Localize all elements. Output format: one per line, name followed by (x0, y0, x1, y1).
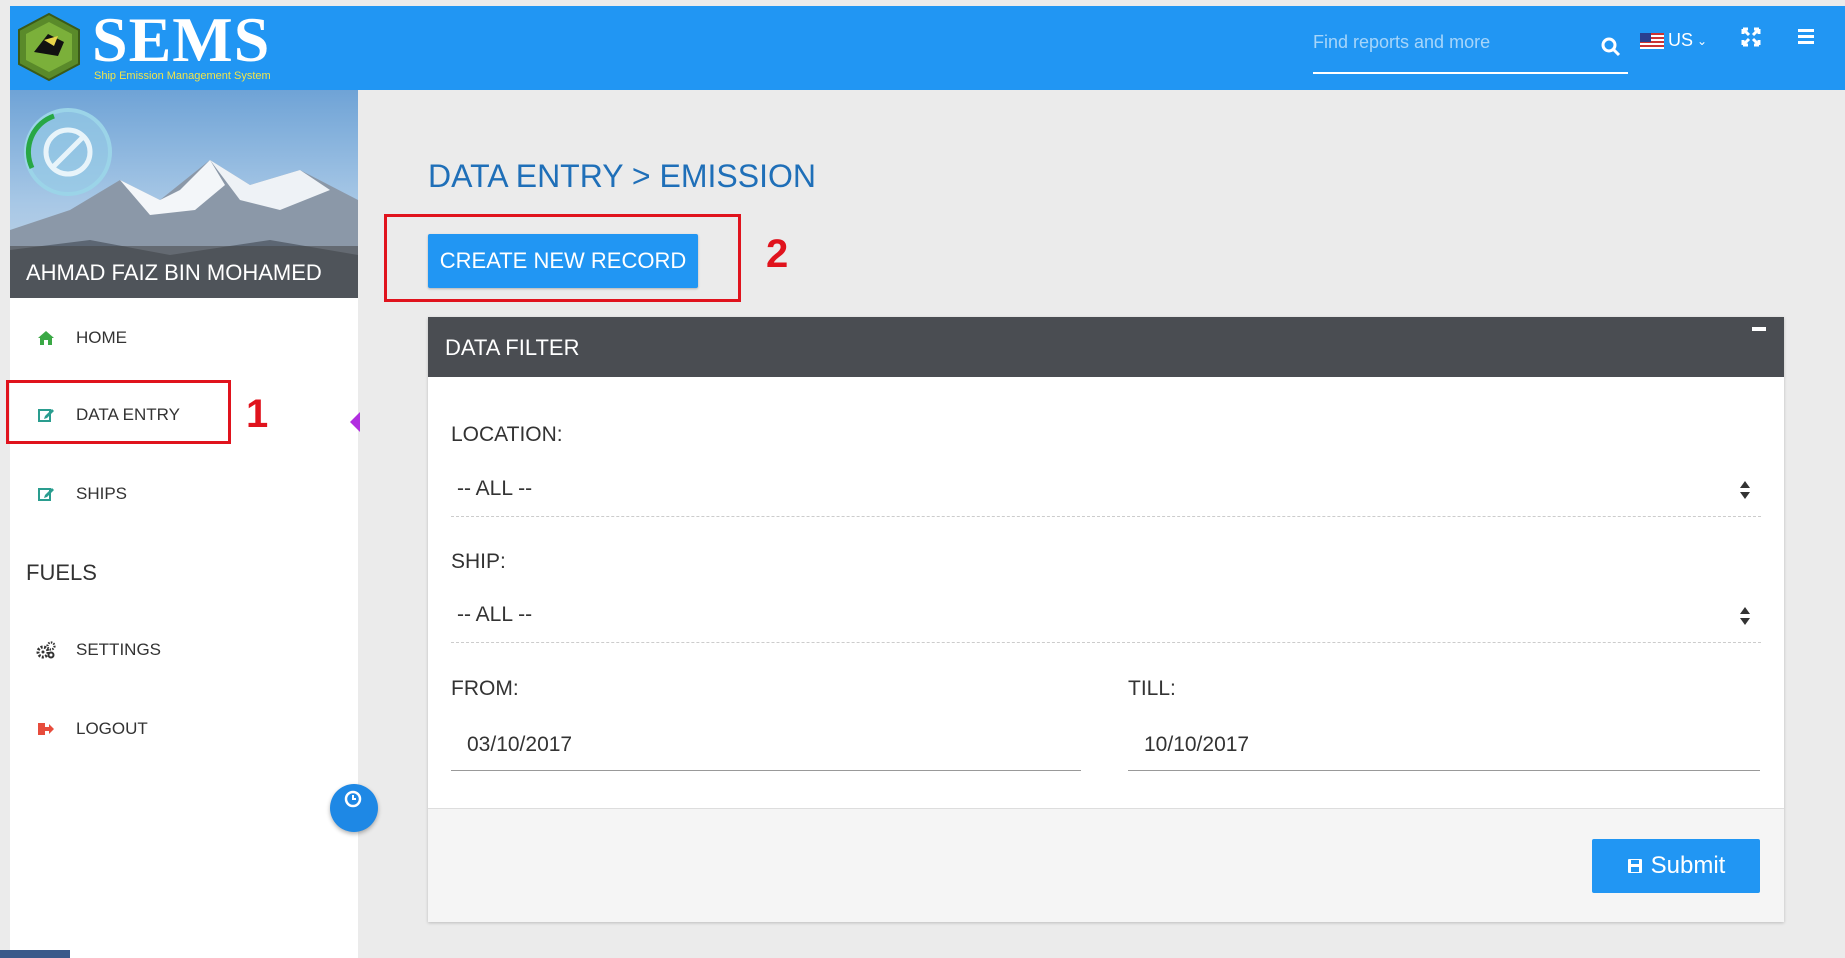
annotation-box-2 (384, 214, 741, 302)
sidebar: AHMAD FAIZ BIN MOHAMED HOME DATA ENTRY S… (10, 90, 358, 958)
logo-title: SEMS (92, 4, 271, 75)
profile-name: AHMAD FAIZ BIN MOHAMED (10, 246, 358, 298)
sidebar-item-logout[interactable]: LOGOUT (10, 699, 358, 759)
ship-select[interactable]: -- ALL -- (451, 591, 1761, 643)
save-icon (1627, 859, 1642, 873)
logo-subtitle: Ship Emission Management System (94, 70, 271, 82)
logo-emblem-icon (14, 12, 84, 82)
app-logo[interactable]: SEMS Ship Emission Management System (14, 4, 271, 82)
from-date-value: 03/10/2017 (467, 733, 573, 756)
sign-out-icon (36, 719, 56, 739)
panel-title: DATA FILTER (445, 335, 580, 360)
sidebar-item-label: LOGOUT (76, 719, 148, 738)
chevron-down-icon: ⌄ (1697, 33, 1708, 48)
fullscreen-icon[interactable] (1740, 26, 1762, 48)
sidebar-item-settings[interactable]: SETTINGS (10, 620, 358, 680)
clock-icon (344, 790, 362, 808)
us-flag-icon (1640, 32, 1664, 49)
language-label: US (1668, 30, 1694, 50)
submit-label: Submit (1650, 852, 1726, 879)
edit-icon (36, 484, 56, 504)
minimize-icon[interactable] (1752, 327, 1766, 331)
home-icon (36, 328, 56, 348)
hamburger-menu-icon[interactable] (1798, 28, 1820, 46)
sort-arrows-icon (1740, 607, 1750, 625)
from-label: FROM: (451, 677, 519, 700)
search-field-wrapper (1313, 22, 1628, 74)
annotation-number-1: 1 (246, 392, 269, 436)
location-select[interactable]: -- ALL -- (451, 465, 1761, 517)
sidebar-item-ships[interactable]: SHIPS (10, 464, 358, 524)
data-filter-panel: DATA FILTER LOCATION: -- ALL -- SHIP: --… (428, 317, 1784, 922)
page-title: DATA ENTRY > EMISSION (428, 158, 816, 194)
sidebar-item-label: SETTINGS (76, 640, 162, 659)
sidebar-item-fuels[interactable]: FUELS (26, 560, 97, 586)
annotation-number-2: 2 (766, 232, 789, 276)
search-input[interactable] (1313, 22, 1628, 53)
sidebar-item-label: HOME (76, 328, 127, 347)
ship-select-value: -- ALL -- (457, 603, 533, 626)
cogs-icon (36, 640, 56, 660)
panel-header: DATA FILTER (428, 317, 1784, 377)
till-date-value: 10/10/2017 (1144, 733, 1250, 756)
location-select-value: -- ALL -- (457, 477, 533, 500)
annotation-box-1 (6, 380, 231, 444)
taskbar-fragment (0, 950, 70, 958)
no-entry-icon (25, 113, 93, 177)
search-icon[interactable] (1600, 36, 1622, 58)
submit-button[interactable]: Submit (1592, 839, 1760, 893)
panel-footer: Submit (428, 808, 1784, 922)
ship-label: SHIP: (451, 550, 506, 573)
sidebar-item-home[interactable]: HOME (10, 308, 358, 368)
till-label: TILL: (1128, 677, 1176, 700)
till-date-field[interactable]: 10/10/2017 (1128, 719, 1760, 771)
location-label: LOCATION: (451, 423, 563, 446)
language-selector[interactable]: US ⌄ (1640, 30, 1707, 51)
sidebar-item-label: SHIPS (76, 484, 128, 503)
from-date-field[interactable]: 03/10/2017 (451, 719, 1081, 771)
sidebar-collapse-arrow-icon[interactable] (350, 412, 360, 432)
floating-action-button[interactable] (330, 784, 378, 832)
profile-banner: AHMAD FAIZ BIN MOHAMED (10, 90, 358, 298)
sort-arrows-icon (1740, 481, 1750, 499)
